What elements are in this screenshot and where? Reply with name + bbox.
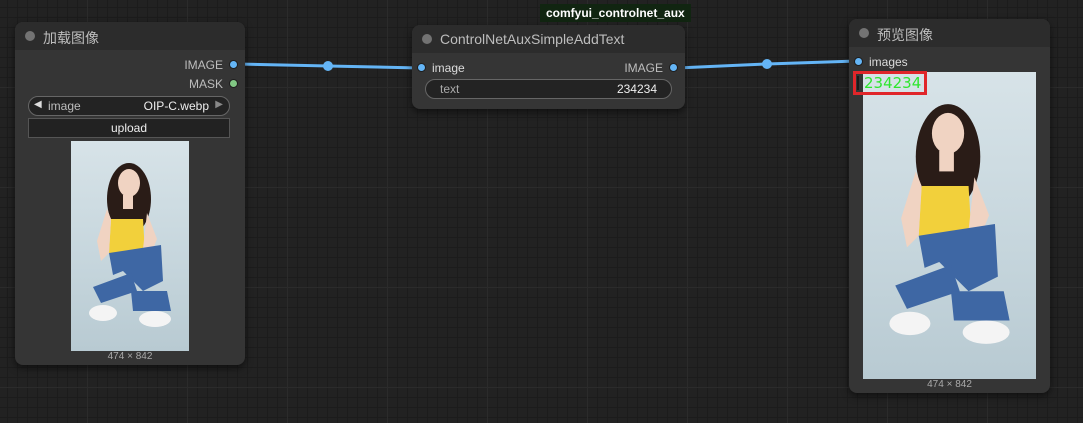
slot-dot-icon[interactable] [855, 58, 862, 65]
combo-value: OIP-C.webp [143, 99, 209, 113]
collapse-dot-icon[interactable] [859, 28, 869, 38]
link-midpoint-1[interactable] [323, 61, 333, 71]
arrow-right-icon[interactable]: ▶ [215, 99, 223, 110]
text-field[interactable]: text 234234 [425, 79, 672, 99]
highlight-box [853, 71, 927, 95]
field-value: 234234 [616, 82, 657, 96]
slot-label: image [432, 61, 465, 75]
image-combo[interactable]: ◀ image OIP-C.webp ▶ [28, 96, 230, 116]
upload-button[interactable]: upload [28, 118, 230, 138]
collapse-dot-icon[interactable] [422, 34, 432, 44]
collapse-dot-icon[interactable] [25, 31, 35, 41]
woman-photo-icon [89, 163, 171, 327]
load-image-node[interactable]: 加载图像 IMAGE MASK ◀ image OIP-C.webp ▶ upl… [15, 22, 245, 365]
node-title: 预览图像 [877, 27, 933, 43]
woman-photo-icon [889, 104, 1010, 344]
arrow-left-icon[interactable]: ◀ [34, 99, 42, 110]
slot-dot-icon[interactable] [418, 64, 425, 71]
slot-dot-icon[interactable] [670, 64, 677, 71]
node-title-bar[interactable]: 加载图像 [15, 22, 245, 50]
group-label[interactable]: comfyui_controlnet_aux [540, 4, 691, 22]
slot-label: IMAGE [624, 61, 663, 75]
node-title-bar[interactable]: 预览图像 [849, 19, 1050, 47]
output-slot-image[interactable]: IMAGE [624, 61, 677, 75]
link-load-to-aux[interactable] [236, 62, 421, 70]
node-title: 加载图像 [43, 30, 99, 46]
slot-label: IMAGE [184, 58, 223, 72]
slot-label: images [869, 55, 908, 69]
image-dimensions: 474 × 842 [107, 351, 153, 362]
field-label: text [440, 82, 460, 96]
node-title-bar[interactable]: ControlNetAuxSimpleAddText [412, 25, 685, 53]
image-preview [863, 72, 1036, 379]
output-slot-image[interactable]: IMAGE [184, 58, 237, 72]
image-preview [71, 141, 189, 351]
link-aux-to-preview[interactable] [676, 59, 858, 70]
slot-label: MASK [188, 77, 223, 91]
slot-dot-icon[interactable] [230, 80, 237, 87]
output-slot-mask[interactable]: MASK [189, 77, 237, 91]
add-text-node[interactable]: ControlNetAuxSimpleAddText image IMAGE t… [412, 25, 685, 109]
link-midpoint-2[interactable] [762, 59, 772, 69]
slot-dot-icon[interactable] [230, 61, 237, 68]
input-slot-images[interactable]: images [855, 55, 908, 69]
image-dimensions: 474 × 842 [927, 379, 972, 390]
combo-label: image [48, 99, 81, 113]
input-slot-image[interactable]: image [418, 61, 465, 75]
node-title: ControlNetAuxSimpleAddText [440, 31, 625, 47]
